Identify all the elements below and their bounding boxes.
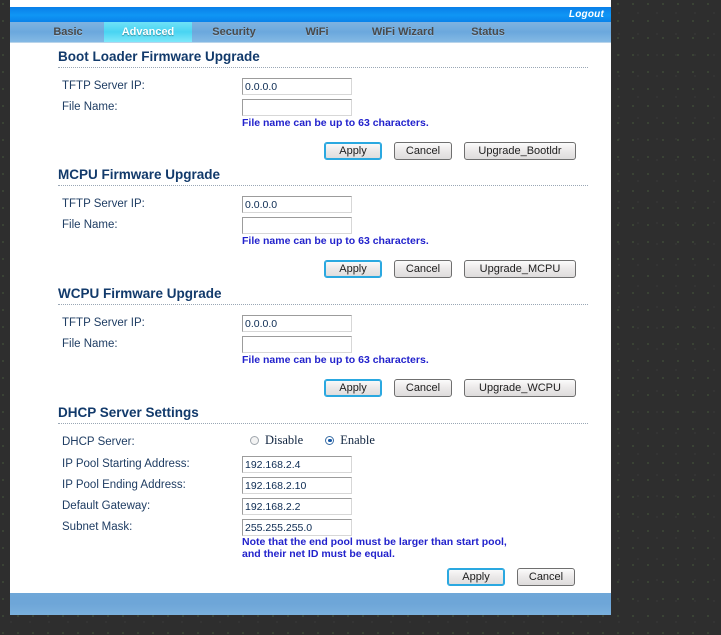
section-bootloader: Boot Loader Firmware Upgrade TFTP Server… — [10, 49, 611, 167]
section-title-bootloader: Boot Loader Firmware Upgrade — [58, 49, 260, 64]
radio-enable-label: Enable — [340, 433, 375, 447]
tab-wifi-wizard[interactable]: WiFi Wizard — [358, 22, 448, 42]
tab-wifi[interactable]: WiFi — [276, 22, 358, 42]
hint-mcpu-file-name: File name can be up to 63 characters. — [242, 235, 429, 247]
section-mcpu: MCPU Firmware Upgrade TFTP Server IP: Fi… — [10, 167, 611, 285]
page-top-strip — [10, 0, 611, 7]
label-file-name: File Name: — [62, 338, 118, 350]
tab-status[interactable]: Status — [448, 22, 528, 42]
input-subnet-mask[interactable] — [242, 519, 352, 536]
hint-wcpu-file-name: File name can be up to 63 characters. — [242, 354, 429, 366]
input-wcpu-tftp-ip[interactable] — [242, 315, 352, 332]
mcpu-cancel-button[interactable]: Cancel — [394, 260, 452, 278]
input-mcpu-tftp-ip[interactable] — [242, 196, 352, 213]
wcpu-apply-button[interactable]: Apply — [324, 379, 382, 397]
input-ip-pool-start[interactable] — [242, 456, 352, 473]
section-divider — [58, 67, 588, 68]
input-wcpu-file-name[interactable] — [242, 336, 352, 353]
input-bootldr-tftp-ip[interactable] — [242, 78, 352, 95]
tab-basic[interactable]: Basic — [32, 22, 104, 42]
input-ip-pool-end[interactable] — [242, 477, 352, 494]
section-divider — [58, 304, 588, 305]
main-tab-bar: Basic Advanced Security WiFi WiFi Wizard… — [10, 22, 611, 43]
dhcp-cancel-button[interactable]: Cancel — [517, 568, 575, 586]
label-tftp-server-ip: TFTP Server IP: — [62, 80, 145, 92]
bootldr-apply-button[interactable]: Apply — [324, 142, 382, 160]
label-file-name: File Name: — [62, 101, 118, 113]
section-title-mcpu: MCPU Firmware Upgrade — [58, 167, 221, 182]
mcpu-apply-button[interactable]: Apply — [324, 260, 382, 278]
label-dhcp-server: DHCP Server: — [62, 436, 135, 448]
radio-option-disable[interactable]: Disable — [250, 433, 325, 447]
header-bar: Logout — [10, 7, 611, 22]
radio-disable-label: Disable — [265, 433, 304, 447]
section-wcpu: WCPU Firmware Upgrade TFTP Server IP: Fi… — [10, 286, 611, 404]
desktop-background: Logout Basic Advanced Security WiFi WiFi… — [0, 0, 721, 635]
label-ip-pool-end: IP Pool Ending Address: — [62, 479, 186, 491]
note-dhcp-line1: Note that the end pool must be larger th… — [242, 536, 507, 548]
section-divider — [58, 423, 588, 424]
bootldr-cancel-button[interactable]: Cancel — [394, 142, 452, 160]
label-default-gateway: Default Gateway: — [62, 500, 151, 512]
label-subnet-mask: Subnet Mask: — [62, 521, 133, 533]
section-title-wcpu: WCPU Firmware Upgrade — [58, 286, 222, 301]
mcpu-upgrade-button[interactable]: Upgrade_MCPU — [464, 260, 576, 278]
note-dhcp-line2: and their net ID must be equal. — [242, 548, 395, 560]
input-mcpu-file-name[interactable] — [242, 217, 352, 234]
radio-option-enable[interactable]: Enable — [325, 433, 397, 447]
label-tftp-server-ip: TFTP Server IP: — [62, 317, 145, 329]
label-tftp-server-ip: TFTP Server IP: — [62, 198, 145, 210]
router-admin-page: Logout Basic Advanced Security WiFi WiFi… — [10, 0, 611, 615]
tab-security[interactable]: Security — [192, 22, 276, 42]
footer-bar — [10, 593, 611, 615]
radio-disable-dot[interactable] — [250, 436, 259, 445]
input-default-gateway[interactable] — [242, 498, 352, 515]
section-divider — [58, 185, 588, 186]
logout-link[interactable]: Logout — [569, 7, 604, 22]
wcpu-upgrade-button[interactable]: Upgrade_WCPU — [464, 379, 576, 397]
hint-bootldr-file-name: File name can be up to 63 characters. — [242, 117, 429, 129]
label-file-name: File Name: — [62, 219, 118, 231]
dhcp-apply-button[interactable]: Apply — [447, 568, 505, 586]
radio-enable-dot[interactable] — [325, 436, 335, 445]
input-bootldr-file-name[interactable] — [242, 99, 352, 116]
tab-advanced[interactable]: Advanced — [104, 22, 192, 42]
bootldr-upgrade-button[interactable]: Upgrade_Bootldr — [464, 142, 576, 160]
section-title-dhcp: DHCP Server Settings — [58, 405, 199, 420]
wcpu-cancel-button[interactable]: Cancel — [394, 379, 452, 397]
page-content: Boot Loader Firmware Upgrade TFTP Server… — [10, 43, 611, 607]
label-ip-pool-start: IP Pool Starting Address: — [62, 458, 190, 470]
section-dhcp: DHCP Server Settings DHCP Server: Disabl… — [10, 405, 611, 605]
dhcp-mode-radio-group: Disable Enable — [250, 433, 397, 448]
